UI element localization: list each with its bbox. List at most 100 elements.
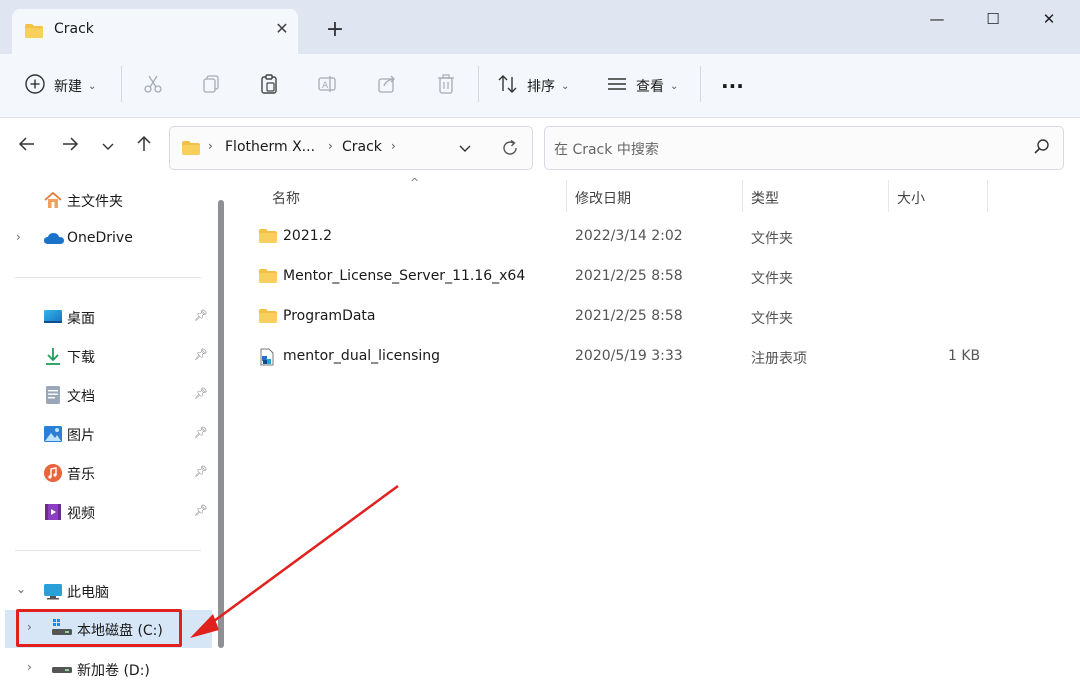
address-bar[interactable]: › Flotherm X... › Crack ›	[169, 126, 533, 170]
rename-button[interactable]: A	[316, 68, 338, 104]
file-date: 2020/5/19 3:33	[575, 348, 683, 364]
folder-icon	[258, 228, 278, 248]
paste-button[interactable]	[258, 68, 280, 104]
view-button[interactable]: 查看 ⌄	[606, 68, 678, 104]
sidebar-divider	[15, 277, 201, 278]
minimize-button[interactable]: —	[909, 0, 965, 38]
sidebar-item-label: 新加卷 (D:)	[77, 663, 150, 679]
music-icon	[43, 463, 63, 487]
sidebar-item-downloads[interactable]: 下载 📌︎	[0, 340, 212, 372]
file-type: 文件夹	[751, 271, 793, 287]
sidebar-item-home[interactable]: 主文件夹	[0, 184, 212, 216]
maximize-button[interactable]: ☐	[965, 0, 1021, 38]
pin-icon[interactable]: 📌︎	[194, 465, 208, 478]
sidebar-item-desktop[interactable]: 桌面 📌︎	[0, 301, 212, 333]
file-type: 文件夹	[751, 311, 793, 327]
file-size: 1 KB	[948, 348, 981, 364]
close-window-button[interactable]: ✕	[1021, 0, 1077, 38]
navigation-pane: 主文件夹 › OneDrive 桌面 📌︎ 下载 📌︎ 文档 📌︎ 图片 �	[0, 178, 230, 686]
cut-button[interactable]	[142, 68, 164, 104]
view-list-icon	[606, 73, 628, 99]
column-divider[interactable]	[566, 180, 567, 212]
pin-icon[interactable]: 📌︎	[194, 426, 208, 439]
up-button[interactable]	[130, 134, 158, 162]
command-bar: 新建 ⌄ A 排序 ⌄ 查看 ⌄ ···	[0, 54, 1080, 118]
clipboard-icon	[258, 73, 280, 99]
view-label: 查看	[636, 79, 664, 95]
forward-button[interactable]	[56, 134, 84, 162]
breadcrumb-crack[interactable]: Crack	[342, 139, 382, 155]
address-dropdown-icon[interactable]	[458, 141, 472, 159]
back-button[interactable]	[13, 134, 41, 162]
tab-close-icon[interactable]: ✕	[270, 17, 294, 41]
sidebar-item-onedrive[interactable]: › OneDrive	[0, 223, 212, 255]
chevron-down-icon: ⌄	[561, 80, 570, 92]
chevron-right-icon[interactable]: ›	[16, 230, 21, 244]
pin-icon[interactable]: 📌︎	[194, 387, 208, 400]
copy-button[interactable]	[200, 68, 222, 104]
file-row[interactable]: ProgramData 2021/2/25 8:58 文件夹	[252, 299, 992, 335]
column-divider[interactable]	[888, 180, 889, 212]
column-divider[interactable]	[742, 180, 743, 212]
sidebar-item-label: 文档	[67, 389, 95, 405]
new-tab-button[interactable]: +	[322, 18, 348, 44]
column-divider[interactable]	[987, 180, 988, 212]
sidebar-item-label: 主文件夹	[67, 194, 123, 210]
sort-button[interactable]: 排序 ⌄	[497, 68, 569, 104]
drive-icon	[51, 659, 73, 683]
folder-icon	[24, 23, 44, 43]
sidebar-item-label: OneDrive	[67, 230, 133, 246]
pin-icon[interactable]: 📌︎	[194, 309, 208, 322]
column-header-size[interactable]: 大小	[897, 188, 925, 208]
more-options-button[interactable]: ···	[721, 68, 744, 104]
share-button[interactable]	[376, 68, 398, 104]
tab-title: Crack	[54, 21, 94, 37]
computer-icon	[43, 581, 63, 605]
sidebar-item-music[interactable]: 音乐 📌︎	[0, 457, 212, 489]
plus-circle-icon	[24, 73, 46, 99]
pin-icon[interactable]: 📌︎	[194, 348, 208, 361]
column-header-date[interactable]: 修改日期	[575, 188, 631, 208]
column-header-type[interactable]: 类型	[751, 188, 779, 208]
search-icon[interactable]	[1033, 138, 1051, 160]
file-row[interactable]: 2021.2 2022/3/14 2:02 文件夹	[252, 219, 992, 255]
desktop-icon	[43, 307, 63, 331]
sidebar-item-drive-d[interactable]: › 新加卷 (D:)	[0, 653, 212, 685]
file-type: 文件夹	[751, 231, 793, 247]
sidebar-item-documents[interactable]: 文档 📌︎	[0, 379, 212, 411]
search-input[interactable]: 在 Crack 中搜索	[544, 126, 1064, 170]
new-button[interactable]: 新建 ⌄	[24, 68, 96, 104]
pin-icon[interactable]: 📌︎	[194, 504, 208, 517]
toolbar-divider	[700, 66, 701, 102]
home-icon	[43, 190, 63, 214]
sidebar-item-videos[interactable]: 视频 📌︎	[0, 496, 212, 528]
sidebar-item-pictures[interactable]: 图片 📌︎	[0, 418, 212, 450]
tab-crack[interactable]: Crack ✕	[12, 9, 298, 54]
breadcrumb-flotherm[interactable]: Flotherm X...	[225, 139, 315, 155]
arrow-right-icon	[63, 137, 79, 151]
folder-icon	[181, 140, 201, 160]
chevron-right-icon[interactable]: ›	[27, 660, 32, 674]
download-icon	[43, 346, 63, 370]
file-row[interactable]: Mentor_License_Server_11.16_x64 2021/2/2…	[252, 259, 992, 295]
file-type: 注册表项	[751, 351, 807, 367]
file-name: mentor_dual_licensing	[283, 348, 441, 364]
chevron-right-icon: ›	[391, 139, 396, 153]
file-row[interactable]: mentor_dual_licensing 2020/5/19 3:33 注册表…	[252, 339, 992, 375]
file-name: Mentor_License_Server_11.16_x64	[283, 268, 526, 284]
share-icon	[376, 73, 398, 99]
recent-locations-button[interactable]	[94, 134, 122, 162]
chevron-down-icon[interactable]: ⌄	[16, 582, 26, 596]
documents-icon	[43, 385, 63, 409]
rename-icon: A	[316, 73, 338, 99]
sidebar-item-this-pc[interactable]: ⌄ 此电脑	[0, 575, 212, 607]
sidebar-item-label: 音乐	[67, 467, 95, 483]
chevron-down-icon: ⌄	[88, 80, 97, 92]
delete-button[interactable]	[435, 68, 457, 104]
sidebar-item-label: 视频	[67, 506, 95, 522]
sidebar-scrollbar[interactable]	[218, 200, 224, 648]
column-header-name[interactable]: 名称	[272, 188, 300, 208]
refresh-icon[interactable]	[500, 138, 520, 162]
sidebar-divider	[15, 550, 201, 551]
registry-file-icon	[258, 348, 276, 370]
